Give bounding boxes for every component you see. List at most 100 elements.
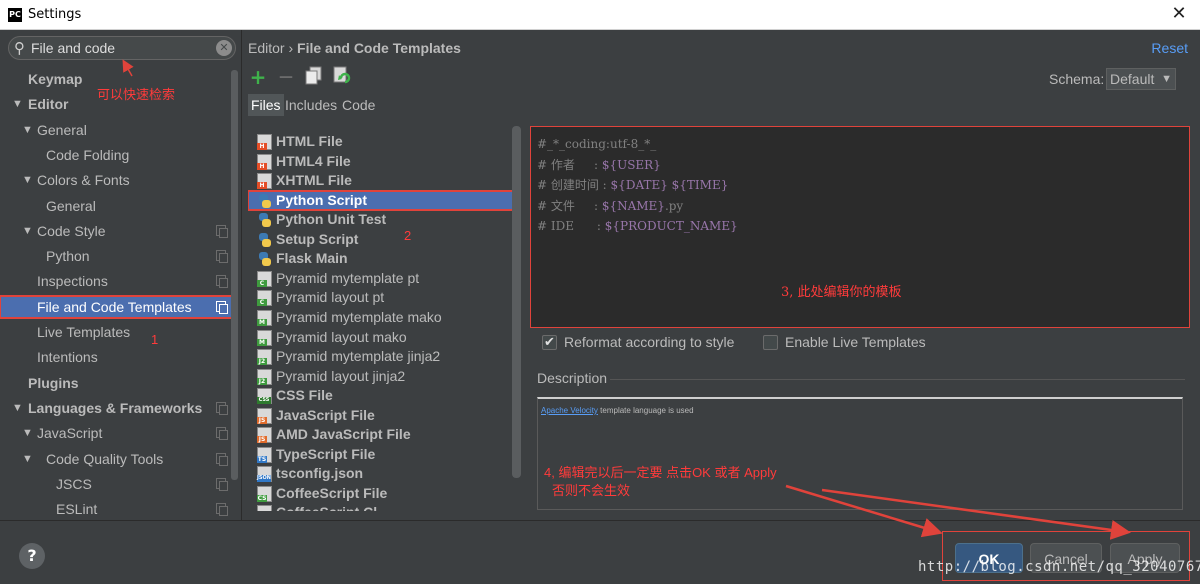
sidebar-item-label: ESLint	[56, 501, 98, 518]
sidebar-item[interactable]: JSCS	[0, 473, 236, 495]
project-scope-icon	[216, 401, 228, 415]
sidebar-item[interactable]: ▼ Languages & Frameworks	[0, 397, 236, 419]
copy-icon[interactable]	[304, 66, 324, 88]
reformat-checkbox[interactable]: ✔	[542, 335, 557, 350]
html-file-icon: H	[257, 134, 272, 150]
sidebar-item[interactable]: Intentions	[0, 346, 236, 368]
reset-to-default-icon[interactable]	[332, 66, 352, 88]
sidebar-item-label: Code Quality Tools	[46, 450, 164, 467]
template-variable: ${NAME}	[601, 198, 665, 213]
file-template-item[interactable]: Python Unit Test	[248, 210, 514, 230]
search-input[interactable]: File and code	[31, 40, 115, 56]
file-template-item[interactable]: JSON tsconfig.json	[248, 464, 514, 484]
tab-includes[interactable]: Includes	[282, 94, 340, 116]
file-template-name: CoffeeScript Cl...	[276, 503, 389, 511]
add-icon[interactable]: +	[248, 66, 268, 88]
sidebar-item[interactable]: Live Templates	[0, 321, 236, 343]
file-template-item[interactable]: M Pyramid mytemplate mako	[248, 308, 514, 328]
template-file-list: H HTML File H HTML4 File H XHTML File Python S…	[248, 126, 514, 511]
python-file-icon	[257, 232, 272, 248]
intellij-app-icon: PC	[8, 8, 22, 22]
file-template-item[interactable]: J2 Pyramid mytemplate jinja2	[248, 347, 514, 367]
sidebar-item-label: Colors & Fonts	[37, 172, 130, 189]
file-template-item[interactable]: JS JavaScript File	[248, 406, 514, 426]
file-template-item[interactable]: J2 Pyramid layout jinja2	[248, 367, 514, 387]
file-template-item[interactable]: C Pyramid mytemplate pt	[248, 269, 514, 289]
help-button[interactable]: ?	[19, 543, 45, 569]
clear-search-icon[interactable]: ✕	[216, 40, 232, 56]
file-template-name: CSS File	[276, 387, 333, 404]
velocity-link[interactable]: Apache Velocity	[541, 406, 598, 415]
file-template-item[interactable]: M Pyramid layout mako	[248, 328, 514, 348]
sidebar-item[interactable]: ▼ Colors & Fonts	[0, 169, 236, 191]
live-templates-checkbox[interactable]	[763, 335, 778, 350]
file-type-tag: JSON	[257, 475, 271, 483]
expand-arrow-icon[interactable]: ▼	[22, 448, 33, 470]
sidebar-item[interactable]: ▼ Code Quality Tools	[0, 448, 236, 470]
sidebar-item-label: Intentions	[37, 349, 98, 366]
schema-value: Default	[1110, 71, 1155, 87]
js-file-icon: JS	[257, 427, 272, 444]
sidebar-scrollbar[interactable]	[231, 70, 238, 480]
project-scope-icon	[216, 275, 228, 289]
sidebar-item[interactable]: General	[0, 195, 236, 217]
sidebar-item[interactable]: Python	[0, 245, 236, 267]
close-icon[interactable]: ✕	[1168, 3, 1190, 25]
template-editor[interactable]: #_*_coding:utf-8_*_ # 作者 : ${USER} # 创建时间 …	[530, 126, 1190, 328]
file-list-scrollbar[interactable]	[512, 126, 521, 478]
file-template-item[interactable]: C Pyramid layout pt	[248, 288, 514, 308]
description-body: template language is used	[597, 406, 694, 415]
file-template-item[interactable]: CS CoffeeScript Cl...	[248, 503, 514, 511]
file-template-name: Setup Script	[276, 230, 359, 247]
file-template-item[interactable]: JS AMD JavaScript File	[248, 425, 514, 445]
file-template-item[interactable]: Setup Script	[248, 230, 514, 250]
sidebar-item[interactable]: Code Folding	[0, 144, 236, 166]
sidebar-item-label: General	[46, 197, 96, 214]
sidebar-item[interactable]: ▼ JavaScript	[0, 422, 236, 444]
file-type-tag: M	[257, 338, 267, 346]
code-comment: .py	[664, 198, 684, 213]
description-label: Description	[537, 370, 608, 386]
description-divider	[610, 379, 1185, 380]
template-file-icon: J2	[257, 368, 272, 385]
template-variable: ${USER}	[601, 157, 661, 172]
sidebar-item[interactable]: ESLint	[0, 498, 236, 520]
file-type-tag: CSS	[257, 397, 271, 405]
expand-arrow-icon[interactable]: ▼	[12, 397, 23, 419]
code-comment: # 文件 :	[537, 198, 602, 213]
file-template-item[interactable]: H XHTML File	[248, 171, 514, 191]
sidebar-item-label: JavaScript	[37, 425, 103, 442]
description-panel: Apache Velocity template language is use…	[537, 397, 1183, 510]
sidebar-item[interactable]: ▼ Code Style	[0, 220, 236, 242]
sidebar-item[interactable]: File and Code Templates	[0, 294, 237, 319]
annotation-search-tip: 可以快速检索	[97, 87, 176, 102]
sidebar-item-label: Code Style	[37, 222, 106, 239]
tab-files[interactable]: Files	[248, 94, 284, 116]
sidebar-item[interactable]: Plugins	[0, 372, 236, 394]
reset-link[interactable]: Reset	[1151, 40, 1188, 56]
expand-arrow-icon[interactable]: ▼	[22, 220, 33, 242]
sidebar-item[interactable]: Inspections	[0, 270, 236, 292]
file-template-item[interactable]: CS CoffeeScript File	[248, 484, 514, 504]
remove-icon[interactable]: —	[276, 66, 296, 88]
file-template-item[interactable]: TS TypeScript File	[248, 445, 514, 465]
file-template-name: Pyramid layout pt	[276, 289, 385, 306]
settings-search-field[interactable]: ⚲ File and code ✕	[8, 36, 236, 60]
file-template-item[interactable]: Python Script	[248, 189, 514, 212]
file-template-item[interactable]: H HTML4 File	[248, 152, 514, 172]
file-template-name: TypeScript File	[276, 445, 376, 462]
file-template-item[interactable]: CSS CSS File	[248, 386, 514, 406]
expand-arrow-icon[interactable]: ▼	[22, 119, 33, 141]
description-text: Apache Velocity template language is use…	[541, 406, 694, 415]
sidebar-item[interactable]: ▼ General	[0, 119, 236, 141]
file-template-name: Pyramid mytemplate pt	[276, 269, 420, 286]
file-template-item[interactable]: H HTML File	[248, 132, 514, 152]
expand-arrow-icon[interactable]: ▼	[22, 422, 33, 444]
expand-arrow-icon[interactable]: ▼	[22, 169, 33, 191]
expand-arrow-icon[interactable]: ▼	[12, 93, 23, 115]
tab-code[interactable]: Code	[339, 94, 378, 116]
schema-select[interactable]: Default ▼	[1106, 68, 1176, 90]
code-comment: # 作者 :	[537, 157, 602, 172]
template-variable: ${DATE} ${TIME}	[610, 178, 729, 192]
file-template-item[interactable]: Flask Main	[248, 249, 514, 269]
